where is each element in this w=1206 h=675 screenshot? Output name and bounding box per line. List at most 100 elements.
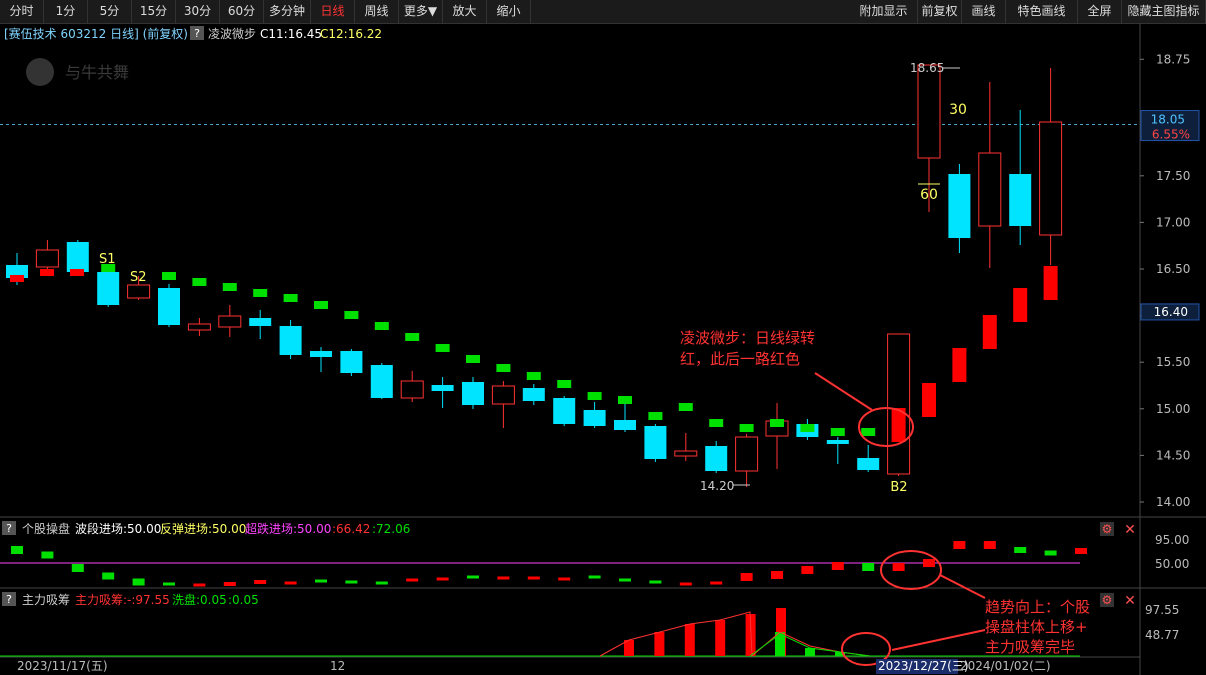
c12-value: C12:16.22 [320, 27, 382, 41]
trend-mark-17 [526, 372, 541, 380]
trend-mark-10 [314, 301, 328, 309]
candle-body-12 [370, 365, 393, 398]
s1-signal: S1 [99, 252, 116, 267]
sub1-bar-25 [771, 571, 783, 579]
sub1-bar-26 [801, 566, 814, 574]
sub1-bar-5 [163, 582, 175, 586]
sub1-bar-19 [588, 575, 601, 579]
trend-mark-12 [374, 322, 389, 330]
candle-body-20 [614, 420, 636, 430]
sub1-bar-16 [497, 576, 510, 580]
trend-mark-9 [283, 294, 298, 302]
note1-line1: 凌波微步：日线绿转 [680, 329, 815, 347]
note2-pointer-bottom [891, 629, 986, 651]
candle-body-1 [35, 249, 59, 268]
second-price-label: 16.40 [1154, 305, 1188, 319]
sub1-name: 个股操盘 [22, 521, 70, 536]
note1-line2: 红，此后一路红色 [680, 350, 800, 368]
date-label-3: 2024/01/02(二) [960, 659, 1051, 673]
candle-body-32 [978, 152, 1002, 227]
sub1-bar-20 [619, 578, 631, 582]
sub1-bar-8 [254, 580, 267, 584]
trend-mark-5 [162, 272, 176, 280]
trend-mark-16 [496, 364, 511, 372]
watermark-text: 与牛共舞 [65, 63, 129, 82]
candle-body-5 [158, 288, 180, 325]
candle-body-11 [340, 351, 363, 373]
sub1-bar-21 [649, 580, 662, 584]
trend-mark-13 [405, 333, 420, 341]
sub1-bar-10 [315, 579, 327, 583]
low-price-label: 14.20 [700, 479, 734, 493]
sub1-bar-4 [132, 578, 145, 586]
note2-pointer-top [939, 574, 986, 599]
sub2-a: 主力吸筹:-:97.55 [75, 593, 170, 607]
help-badge-text: ? [194, 27, 200, 40]
date-label-2: 2023/12/27(三) [878, 659, 969, 673]
sub1-bar-24 [740, 573, 753, 581]
sub1-tick-1: 50.00 [1155, 557, 1189, 571]
sub1-bar-32 [983, 541, 996, 549]
candle-body-27 [826, 440, 849, 444]
candle-body-13 [400, 380, 424, 399]
trend-mark-2 [70, 269, 84, 276]
candle-body-3 [97, 272, 120, 305]
s2-signal: S2 [130, 270, 147, 285]
sub2-red-line [599, 611, 871, 658]
sub1-bar-29 [892, 563, 905, 571]
date-label-1: 12 [330, 659, 345, 673]
trend-mark-14 [435, 344, 450, 352]
stock-title: [赛伍技术 603212 日线] (前复权) [4, 26, 188, 41]
sub1-bar-23 [710, 581, 723, 585]
sub1-bar-17 [527, 576, 540, 580]
c11-value: C11:16.45 [260, 27, 322, 41]
candle-body-21 [644, 426, 667, 459]
sub1-bar-28 [862, 563, 875, 571]
trend-mark-8 [253, 289, 268, 297]
candle-body-7 [218, 315, 242, 328]
candle-body-14 [431, 385, 454, 391]
sub1-bar-3 [102, 572, 115, 580]
trend-mark-33 [1013, 288, 1028, 322]
trend-mark-31 [952, 348, 967, 382]
sub1-bar-1 [41, 551, 54, 559]
sub2-b: 洗盘:0.05 [172, 592, 227, 607]
price-tick-label-9: 14.00 [1156, 495, 1190, 509]
trend-mark-30 [922, 383, 936, 417]
candle-body-9 [279, 326, 302, 355]
note2-line3: 主力吸筹完毕 [985, 638, 1075, 656]
trend-mark-7 [222, 283, 237, 291]
candle-body-19 [583, 410, 606, 426]
price-tick-label-0: 18.75 [1156, 52, 1190, 66]
candle-body-34 [1039, 121, 1063, 236]
candle-body-8 [249, 318, 272, 326]
trend-mark-24 [739, 424, 754, 432]
trend-mark-15 [466, 355, 480, 363]
sub1-d: :66.42 [332, 522, 370, 536]
sub1-bar-22 [679, 582, 692, 586]
trend-mark-27 [830, 428, 845, 436]
candle-body-17 [522, 388, 545, 401]
sub2-red-bar-1 [654, 632, 665, 656]
sub2-close-icon: ✕ [1124, 593, 1136, 609]
sub1-bar-33 [1014, 547, 1027, 553]
trend-mark-11 [344, 311, 359, 319]
candle-body-15 [462, 382, 484, 405]
note2-line2: 操盘柱体上移+ [985, 618, 1088, 636]
sub1-a: 波段进场:50.00 [75, 521, 161, 536]
sub1-bar-0 [11, 546, 23, 554]
sub2-red-bar-2 [684, 624, 695, 656]
sub2-tick-0: 97.55 [1145, 603, 1179, 617]
sub1-help-badge-text: ? [6, 522, 12, 535]
label-30: 30 [949, 102, 967, 118]
sub2-c: :0.05 [228, 593, 259, 607]
sub1-bar-11 [345, 580, 358, 584]
sub1-e: :72.06 [372, 522, 410, 536]
current-pct-label: 6.55% [1152, 128, 1190, 142]
sub2-green-bar-1 [805, 648, 815, 656]
sub1-b: 反弹进场:50.00 [160, 522, 246, 536]
sub1-bar-31 [953, 541, 966, 549]
sub2-gear-glyph: ⚙ [1102, 593, 1113, 607]
date-label-0: 2023/11/17(五) [17, 659, 108, 673]
price-tick-label-2: 17.50 [1156, 169, 1190, 183]
